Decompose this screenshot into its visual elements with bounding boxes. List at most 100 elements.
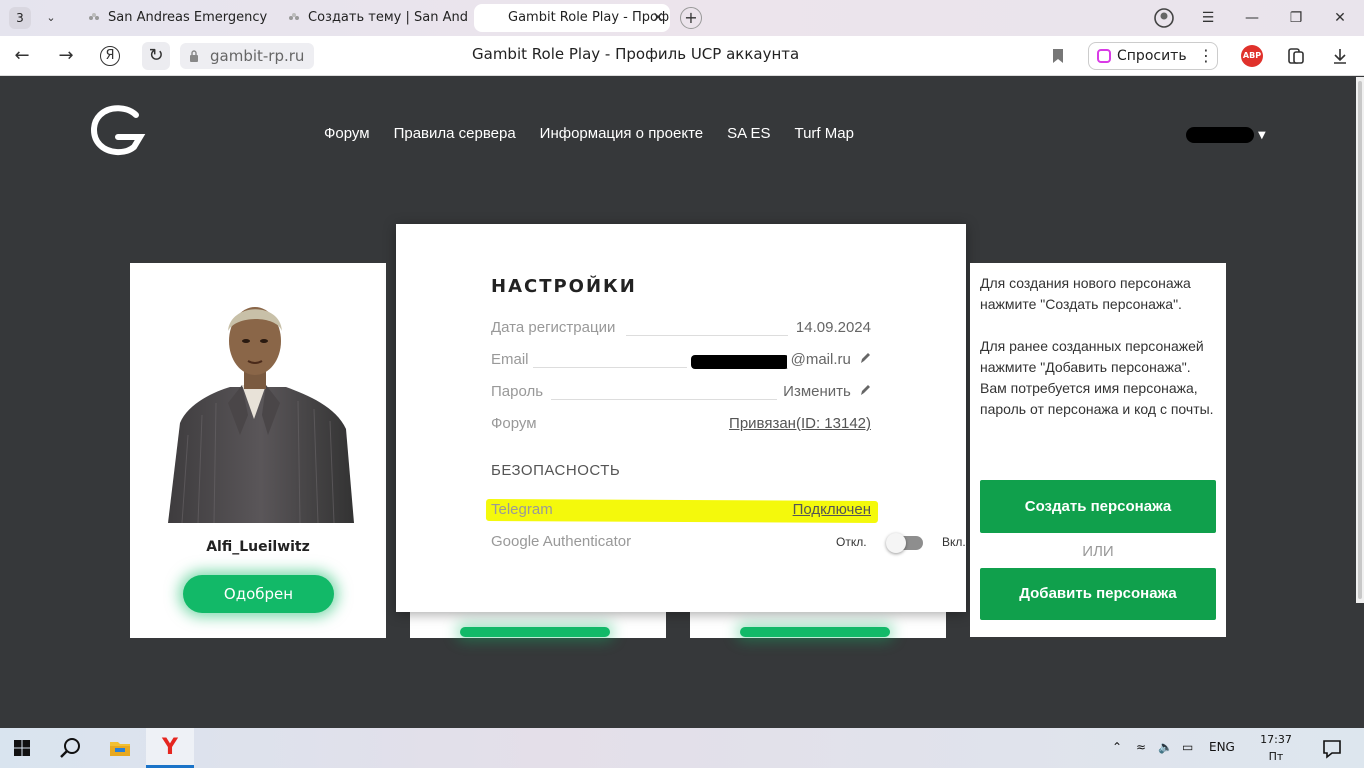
email-value: @mail.ru (790, 351, 851, 368)
status-button-peek[interactable] (460, 627, 610, 637)
caret-down-icon[interactable]: ▼ (1258, 130, 1266, 141)
restore-icon[interactable]: ❐ (1284, 6, 1308, 30)
telegram-status-link[interactable]: Подключен (793, 501, 871, 518)
close-window-icon[interactable]: ✕ (1328, 6, 1352, 30)
wifi-icon[interactable]: ≈ (1136, 740, 1146, 754)
clock[interactable]: 17:37 Пт 27.06.25 (1246, 731, 1306, 768)
page-scrollbar[interactable] (1356, 77, 1364, 603)
forum-favicon-icon (89, 13, 99, 20)
tab-create-topic[interactable]: Создать тему | San Andrea (280, 4, 468, 32)
dotted-line (551, 399, 777, 400)
dotted-line (626, 335, 788, 336)
forum-row: Форум Привязан(ID: 13142) (491, 415, 871, 435)
tab-profile[interactable]: Gambit Role Play - Проф ✕ (474, 4, 670, 32)
taskbar: Y ⌃ ≈ 🔈 ▭ ENG 17:37 Пт 27.06.25 (0, 728, 1364, 768)
character-card: Alfi_Lueilwitz Одобрен (130, 263, 386, 638)
change-password-label: Изменить (783, 383, 851, 400)
status-button-peek[interactable] (740, 627, 890, 637)
browser-tab-bar: 3 ⌄ San Andreas Emergency S Создать тему… (0, 0, 1364, 36)
back-icon[interactable]: ← (10, 44, 34, 68)
windows-start-icon[interactable] (8, 734, 36, 762)
clock-date: Пт 27.06.25 (1252, 750, 1301, 768)
registration-label: Дата регистрации (491, 319, 620, 336)
forum-favicon-icon (289, 13, 299, 20)
scrollbar-thumb[interactable] (1358, 81, 1362, 599)
url-field[interactable]: gambit-rp.ru (180, 43, 315, 69)
url-host-text: gambit-rp.ru (210, 47, 305, 65)
forum-label: Форум (491, 415, 541, 432)
profile-icon[interactable] (1152, 6, 1176, 30)
nav-project-info[interactable]: Информация о проекте (540, 125, 703, 142)
pencil-icon[interactable] (859, 383, 871, 397)
add-character-button[interactable]: Добавить персонажа (980, 568, 1216, 620)
yandex-icon[interactable]: Я (100, 46, 120, 66)
character-avatar (168, 307, 354, 523)
yandex-browser-icon[interactable]: Y (156, 734, 184, 762)
more-icon[interactable]: ⋮ (1198, 46, 1214, 65)
tab-count-badge[interactable]: 3 (9, 7, 31, 29)
search-icon[interactable] (56, 734, 84, 762)
info-text: Для создания нового персонажа нажмите "С… (980, 273, 1216, 420)
email-row: Email @mail.ru (491, 351, 871, 371)
battery-icon[interactable]: ▭ (1182, 740, 1193, 754)
clock-time: 17:37 (1260, 733, 1292, 746)
registration-date: 14.09.2024 (791, 319, 871, 336)
adblock-plus-icon[interactable]: ABP (1241, 45, 1263, 67)
email-value-wrap[interactable]: @mail.ru (786, 351, 871, 368)
page-title: Gambit Role Play - Профиль UCP аккаунта (472, 45, 800, 63)
forward-icon[interactable]: → (54, 44, 78, 68)
telegram-row: Telegram Подключен (491, 501, 871, 521)
menu-icon[interactable]: ☰ (1196, 6, 1220, 30)
tab-title: Создать тему | San Andrea (308, 10, 468, 25)
ask-label: Спросить (1117, 48, 1187, 64)
chevron-up-icon[interactable]: ⌃ (1112, 740, 1122, 754)
create-character-button[interactable]: Создать персонажа (980, 480, 1216, 533)
google-auth-label: Google Authenticator (491, 533, 632, 550)
minimize-icon[interactable]: — (1240, 6, 1264, 30)
user-menu-redacted[interactable] (1186, 127, 1254, 143)
chevron-down-icon[interactable]: ⌄ (40, 7, 62, 29)
ai-assistant-icon (1097, 49, 1111, 63)
approved-status-button[interactable]: Одобрен (183, 575, 334, 613)
lock-icon (190, 50, 198, 62)
nav-forum[interactable]: Форум (324, 125, 370, 142)
download-icon[interactable] (1330, 46, 1350, 66)
site-content: Форум Правила сервера Информация о проек… (0, 77, 1364, 728)
google-auth-row: Google Authenticator Откл. Вкл. (491, 533, 966, 553)
reload-icon[interactable]: ↻ (142, 42, 170, 70)
toggle-on-label: Вкл. (942, 535, 966, 549)
settings-title: НАСТРОЙКИ (491, 276, 637, 297)
pencil-icon[interactable] (859, 351, 871, 365)
forum-linked-link[interactable]: Привязан(ID: 13142) (725, 415, 871, 432)
nav-rules[interactable]: Правила сервера (394, 125, 516, 142)
extensions-icon[interactable] (1286, 46, 1306, 66)
bookmark-icon[interactable] (1052, 48, 1064, 64)
nav-turf-map[interactable]: Turf Map (794, 125, 853, 142)
registration-row: Дата регистрации 14.09.2024 (491, 319, 871, 339)
volume-icon[interactable]: 🔈 (1158, 740, 1173, 754)
dotted-line (533, 367, 687, 368)
tab-san-andreas[interactable]: San Andreas Emergency S (80, 4, 268, 32)
password-label: Пароль (491, 383, 548, 400)
telegram-label: Telegram (491, 501, 553, 518)
language-indicator[interactable]: ENG (1209, 740, 1235, 754)
top-navigation: Форум Правила сервера Информация о проек… (324, 125, 854, 142)
new-tab-button[interactable]: + (680, 7, 702, 29)
email-label: Email (491, 351, 533, 368)
google-auth-toggle[interactable] (886, 533, 923, 553)
tab-title: San Andreas Emergency S (108, 10, 268, 25)
change-password-link[interactable]: Изменить (779, 383, 871, 400)
settings-modal: НАСТРОЙКИ Дата регистрации 14.09.2024 Em… (396, 224, 966, 612)
close-icon[interactable]: ✕ (652, 4, 664, 32)
password-row: Пароль Изменить (491, 383, 871, 403)
character-name: Alfi_Lueilwitz (206, 539, 310, 555)
character-actions-card: Для создания нового персонажа нажмите "С… (970, 263, 1226, 637)
file-explorer-icon[interactable] (106, 734, 134, 762)
or-divider: ИЛИ (1082, 543, 1114, 560)
tab-title: Gambit Role Play - Проф (508, 10, 670, 25)
address-bar: ← → Я ↻ gambit-rp.ru Gambit Role Play - … (0, 36, 1364, 76)
nav-sa-es[interactable]: SA ES (727, 125, 770, 142)
notifications-icon[interactable] (1318, 734, 1346, 762)
gambit-logo[interactable] (88, 103, 146, 157)
toggle-knob (886, 533, 906, 553)
